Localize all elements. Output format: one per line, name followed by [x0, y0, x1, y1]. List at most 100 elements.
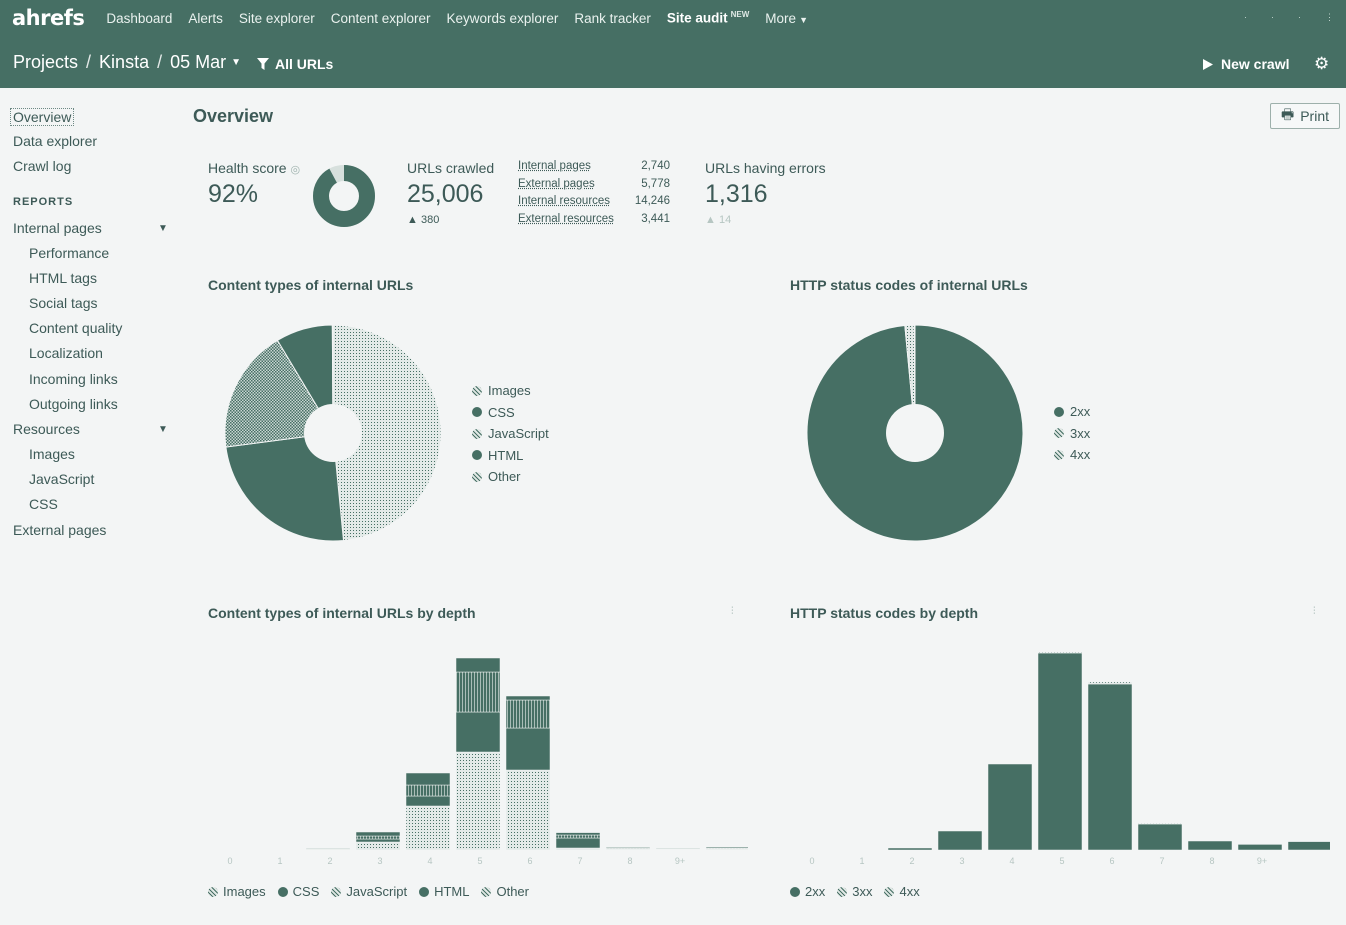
bar-segment-2xx-depth-6[interactable]	[1137, 823, 1183, 851]
nav-dashboard[interactable]: Dashboard	[106, 11, 172, 26]
bar-segment-javascript-depth-5[interactable]	[505, 699, 551, 729]
nav-keywords-explorer[interactable]: Keywords explorer	[447, 11, 559, 26]
bar-segment-images-depth-6[interactable]	[555, 847, 601, 851]
bar-segment-3xx-depth-4[interactable]	[1037, 651, 1083, 654]
nav-alerts[interactable]: Alerts	[188, 11, 223, 26]
sidebar-item-incoming-links[interactable]: Incoming links	[29, 371, 118, 387]
bar-segment-3xx-depth-6[interactable]	[1137, 823, 1183, 825]
bar-segment-2xx-depth-4[interactable]	[1037, 652, 1083, 851]
sidebar-item-resources[interactable]: Resources	[13, 421, 80, 437]
sidebar-item-internal-pages[interactable]: Internal pages	[13, 220, 102, 236]
sidebar-item-overview[interactable]: Overview	[10, 108, 75, 126]
legend-item-4xx[interactable]: 4xx	[1054, 444, 1090, 466]
sidebar-item-localization[interactable]: Localization	[29, 345, 103, 361]
sidebar-item-external-pages[interactable]: External pages	[13, 522, 106, 538]
nav-site-explorer[interactable]: Site explorer	[239, 11, 315, 26]
breakdown-row[interactable]: Internal pages 2,740	[518, 160, 670, 178]
ahrefs-logo[interactable]: ahrefs	[12, 6, 85, 30]
bar-segment-2xx-depth-5[interactable]	[1087, 683, 1133, 851]
notifications-icon[interactable]: ·	[1271, 12, 1274, 23]
legend-item-css[interactable]: CSS	[277, 884, 319, 899]
errors-value[interactable]: 1,316	[705, 180, 768, 209]
bar-segment-javascript-depth-2[interactable]	[355, 835, 401, 840]
legend-item-images[interactable]: Images	[208, 884, 266, 899]
bar-segment-images-depth-3[interactable]	[405, 805, 451, 851]
caret-down-icon[interactable]: ▼	[158, 424, 168, 435]
info-icon[interactable]: ◎	[290, 164, 300, 176]
nav-content-explorer[interactable]: Content explorer	[331, 11, 431, 26]
bar-segment-html-depth-6[interactable]	[555, 832, 601, 836]
breakdown-row[interactable]: External pages 5,778	[518, 178, 670, 196]
nav-rank-tracker[interactable]: Rank tracker	[574, 11, 651, 26]
sidebar-item-css[interactable]: CSS	[29, 496, 58, 512]
bar-segment-css-depth-4[interactable]	[455, 711, 501, 753]
bar-segment-html-depth-7[interactable]	[605, 846, 651, 849]
chart-options-icon[interactable]: ⫶	[1313, 606, 1316, 617]
crawl-date-selector[interactable]: 05 Mar	[170, 52, 226, 73]
bar-segment-html-depth-9+[interactable]	[705, 846, 748, 849]
content-types-pie[interactable]	[224, 323, 442, 543]
legend-item-3xx[interactable]: 3xx	[837, 884, 872, 899]
bar-segment-images-depth-4[interactable]	[455, 751, 501, 851]
print-button[interactable]: 🖶 Print	[1270, 103, 1340, 129]
bar-segment-css-depth-3[interactable]	[405, 795, 451, 807]
sidebar-item-crawl-log[interactable]: Crawl log	[13, 158, 71, 174]
bar-segment-images-depth-5[interactable]	[505, 769, 551, 851]
nav-more[interactable]: More ▼	[765, 11, 808, 26]
legend-item-4xx[interactable]: 4xx	[884, 884, 920, 899]
legend-item-other[interactable]: Other	[481, 884, 529, 899]
http-status-pie[interactable]	[805, 323, 1025, 543]
bar-segment-images-depth-2[interactable]	[355, 841, 401, 851]
breadcrumb-project[interactable]: Kinsta	[99, 52, 149, 73]
caret-down-icon[interactable]: ▼	[158, 223, 168, 234]
url-filter[interactable]: All URLs	[257, 56, 333, 72]
sidebar-item-images[interactable]: Images	[29, 446, 75, 462]
nav-site-audit[interactable]: Site audit NEW	[667, 10, 749, 26]
bar-segment-javascript-depth-3[interactable]	[405, 784, 451, 797]
bar-segment-css-depth-2[interactable]	[355, 838, 401, 843]
sidebar-item-outgoing-links[interactable]: Outgoing links	[29, 396, 118, 412]
legend-item-2xx[interactable]: 2xx	[790, 884, 825, 899]
sidebar-item-data-explorer[interactable]: Data explorer	[13, 133, 97, 149]
bar-segment-2xx-depth-7[interactable]	[1187, 840, 1233, 851]
legend-item-javascript[interactable]: JavaScript	[331, 884, 407, 899]
bar-segment-html-depth-5[interactable]	[505, 695, 551, 701]
new-crawl-button[interactable]: New crawl	[1203, 56, 1289, 72]
bar-segment-2xx-depth-1[interactable]	[887, 847, 933, 851]
bar-segment-2xx-depth-3[interactable]	[987, 763, 1033, 851]
breakdown-row[interactable]: External resources 3,441	[518, 213, 670, 231]
help-icon[interactable]: ·	[1298, 12, 1301, 23]
content-depth-bar-chart[interactable]: 0 1 2 3 4 5 6 7 8 9+	[208, 640, 748, 870]
legend-item-css[interactable]: CSS	[472, 402, 549, 424]
urls-crawled-value[interactable]: 25,006	[407, 180, 483, 209]
breakdown-row[interactable]: Internal resources 14,246	[518, 195, 670, 213]
bar-segment-2xx-depth-2[interactable]	[937, 830, 983, 851]
status-depth-bar-chart[interactable]: 0 1 2 3 4 5 6 7 8 9+	[790, 640, 1330, 870]
legend-item-2xx[interactable]: 2xx	[1054, 401, 1090, 423]
account-menu-icon[interactable]: ⋮	[1325, 12, 1334, 23]
bar-segment-javascript-depth-4[interactable]	[455, 671, 501, 713]
bar-segment-html-depth-1[interactable]	[305, 847, 351, 849]
sidebar-item-html-tags[interactable]: HTML tags	[29, 270, 97, 286]
bar-segment-html-depth-2[interactable]	[355, 831, 401, 837]
legend-item-images[interactable]: Images	[472, 380, 549, 402]
bar-segment-css-depth-6[interactable]	[555, 837, 601, 849]
legend-item-html[interactable]: HTML	[472, 445, 549, 467]
breadcrumb-projects[interactable]: Projects	[13, 52, 78, 73]
bar-segment-css-depth-5[interactable]	[505, 727, 551, 771]
bar-segment-html-depth-4[interactable]	[455, 657, 501, 673]
sidebar-item-content-quality[interactable]: Content quality	[29, 320, 122, 336]
language-icon[interactable]: ·	[1244, 12, 1247, 23]
bar-segment-2xx-depth-8[interactable]	[1237, 844, 1283, 851]
bar-segment-2xx-depth-9+[interactable]	[1287, 841, 1330, 851]
bar-segment-html-depth-8[interactable]	[655, 847, 701, 849]
sidebar-item-javascript[interactable]: JavaScript	[29, 471, 94, 487]
legend-item-3xx[interactable]: 3xx	[1054, 423, 1090, 445]
legend-item-html[interactable]: HTML	[419, 884, 469, 899]
sidebar-item-performance[interactable]: Performance	[29, 245, 109, 261]
chart-options-icon[interactable]: ⫶	[731, 606, 734, 617]
sidebar-item-social-tags[interactable]: Social tags	[29, 295, 97, 311]
legend-item-other[interactable]: Other	[472, 466, 549, 488]
bar-segment-javascript-depth-6[interactable]	[555, 834, 601, 839]
caret-down-icon[interactable]: ▼	[231, 57, 241, 68]
